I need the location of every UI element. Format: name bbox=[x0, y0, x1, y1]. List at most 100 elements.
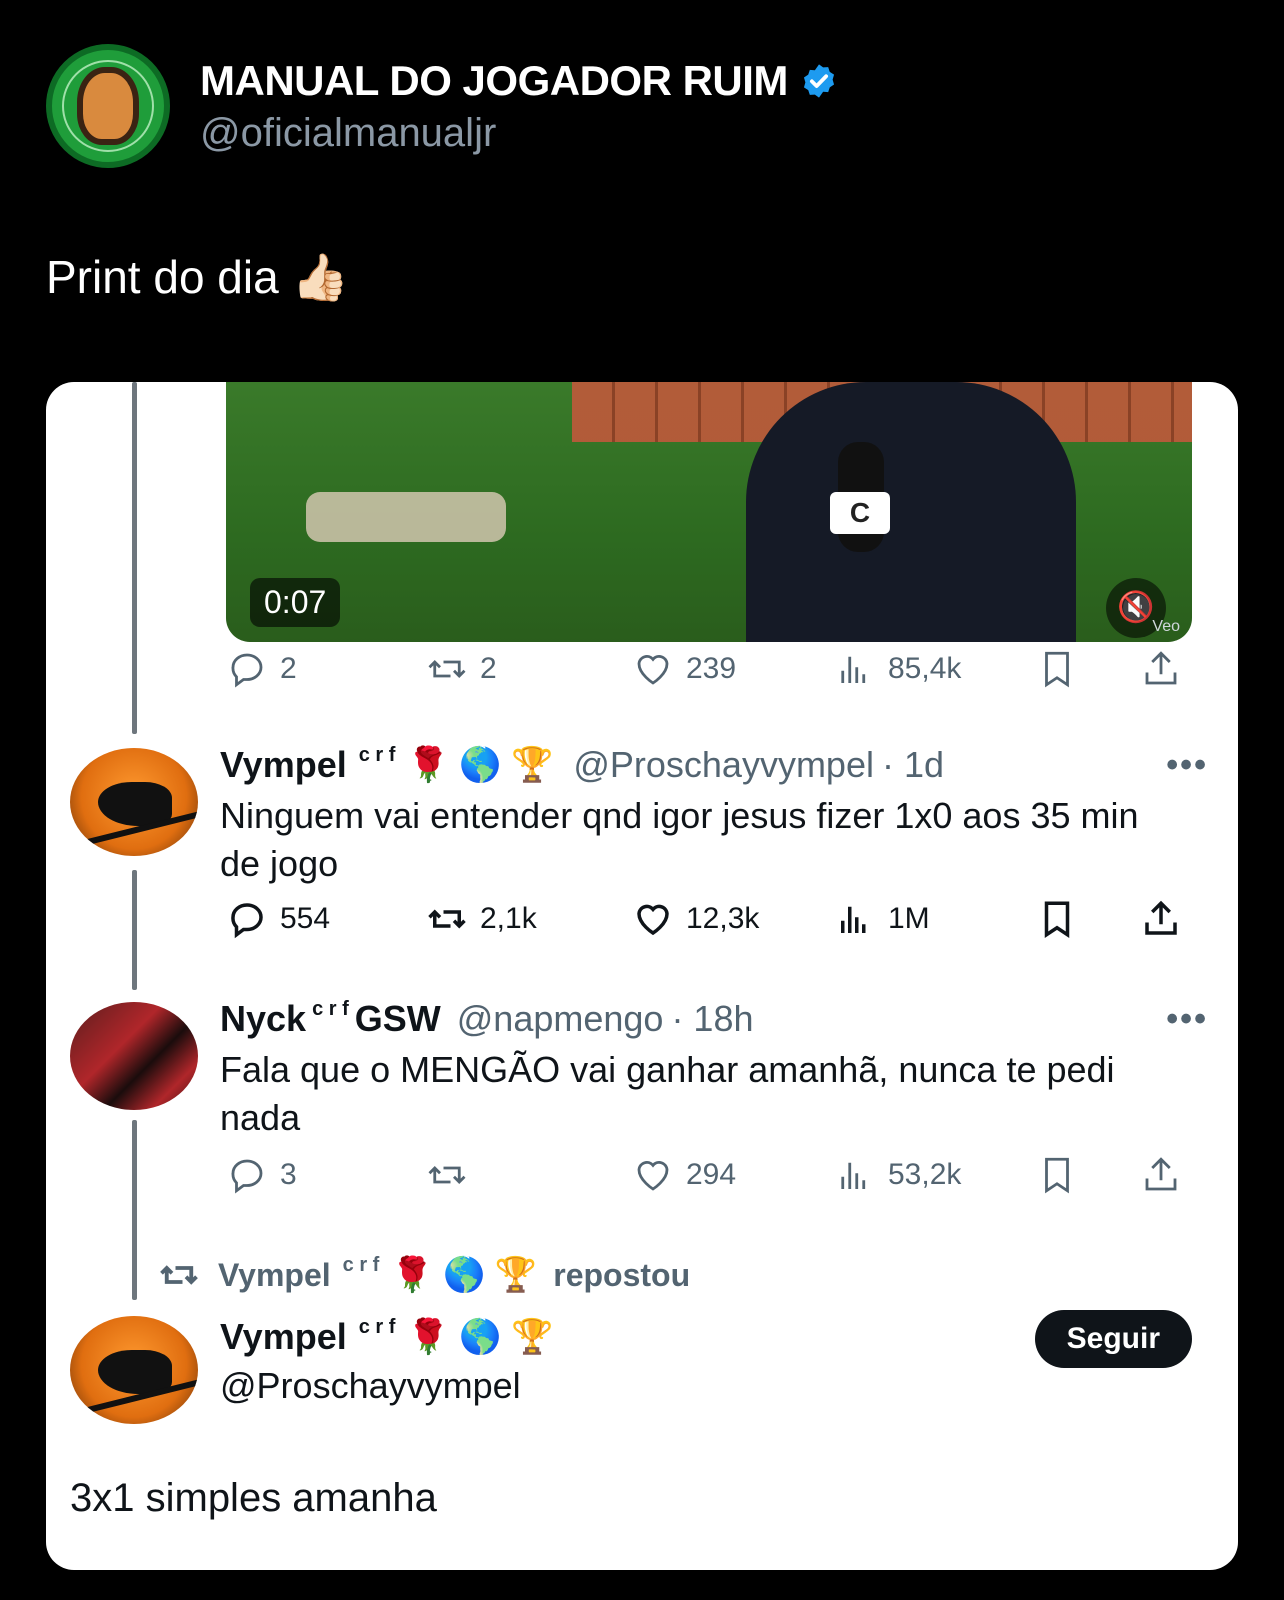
views-button[interactable]: 53,2k bbox=[834, 1154, 961, 1196]
name-superscript: c r f bbox=[342, 1253, 380, 1276]
user-handle[interactable]: @Proschayvympel bbox=[220, 1362, 1150, 1410]
reply-button[interactable]: 3 bbox=[226, 1154, 297, 1196]
reply-count: 3 bbox=[280, 1158, 297, 1191]
video-action-bar: 2 2 239 85,4k bbox=[226, 648, 1192, 694]
views-icon bbox=[841, 656, 866, 683]
like-button[interactable]: 294 bbox=[632, 1154, 736, 1196]
post-header: Nyck c r f GSW @napmengo · 18h bbox=[220, 998, 754, 1040]
bird-silhouette bbox=[98, 1350, 172, 1394]
author-names: MANUAL DO JOGADOR RUIM @oficialmanualjr bbox=[200, 57, 838, 156]
bookmark-button[interactable] bbox=[1036, 1154, 1090, 1196]
views-icon bbox=[841, 906, 866, 933]
bookmark-button[interactable] bbox=[1036, 648, 1090, 690]
post-action-bar: 554 2,1k 12,3k 1M bbox=[226, 898, 1192, 944]
repost-icon bbox=[428, 1166, 466, 1184]
post-header: Vympel c r f 🌹 🌎 🏆 @Proschayvympel · 1d bbox=[220, 744, 944, 786]
thread-line bbox=[132, 870, 137, 990]
reply-icon bbox=[231, 1159, 263, 1194]
thread-line bbox=[132, 382, 137, 734]
more-options-icon[interactable]: ••• bbox=[1166, 1000, 1208, 1039]
bookmark-icon bbox=[1044, 901, 1070, 939]
follow-button[interactable]: Seguir bbox=[1034, 1310, 1192, 1368]
profile-name-row: Vympel c r f 🌹 🌎 🏆 bbox=[220, 1316, 557, 1358]
video-bags bbox=[306, 492, 506, 542]
reply-button[interactable]: 2 bbox=[226, 648, 297, 690]
name-superscript: c r f bbox=[358, 743, 396, 766]
share-icon bbox=[1145, 1157, 1177, 1191]
views-button[interactable]: 1M bbox=[834, 898, 930, 940]
reply-icon bbox=[231, 903, 263, 939]
like-button[interactable]: 239 bbox=[632, 648, 736, 690]
bookmark-icon bbox=[1045, 651, 1069, 688]
repost-icon bbox=[428, 909, 466, 929]
views-count: 53,2k bbox=[888, 1158, 962, 1191]
share-button[interactable] bbox=[1140, 1154, 1194, 1196]
share-icon bbox=[1145, 651, 1177, 685]
reply-icon bbox=[231, 653, 263, 688]
verified-badge-icon bbox=[803, 63, 834, 98]
video-reporter bbox=[746, 382, 1076, 642]
repost-user-name[interactable]: Vympel bbox=[218, 1257, 331, 1294]
views-button[interactable]: 85,4k bbox=[834, 648, 961, 690]
user-name-prefix[interactable]: Nyck bbox=[220, 998, 306, 1040]
video-player[interactable]: C 0:07 🔇 Veo bbox=[226, 382, 1192, 642]
user-name[interactable]: Vympel bbox=[220, 744, 347, 786]
avatar[interactable] bbox=[70, 748, 198, 856]
name-emojis: 🌹 🌎 🏆 bbox=[391, 1256, 538, 1294]
repost-count: 2 bbox=[480, 652, 497, 685]
repost-icon bbox=[428, 660, 466, 678]
bird-silhouette bbox=[98, 782, 172, 826]
author-handle[interactable]: @oficialmanualjr bbox=[200, 111, 838, 156]
heart-icon bbox=[637, 655, 669, 685]
repost-button[interactable]: 2,1k bbox=[426, 898, 537, 940]
like-button[interactable]: 12,3k bbox=[632, 898, 759, 940]
repost-icon bbox=[160, 1265, 198, 1285]
repost-count: 2,1k bbox=[480, 902, 537, 935]
post-text: Ninguem vai entender qnd igor jesus fize… bbox=[220, 795, 1139, 884]
repost-button[interactable]: 2 bbox=[426, 648, 497, 690]
like-count: 239 bbox=[686, 652, 737, 685]
avatar[interactable] bbox=[70, 1002, 198, 1110]
like-count: 294 bbox=[686, 1158, 737, 1191]
video-timer: 0:07 bbox=[250, 578, 341, 627]
views-count: 1M bbox=[888, 902, 930, 935]
video-watermark: Veo bbox=[1152, 618, 1180, 635]
profile-avatar[interactable] bbox=[46, 44, 170, 168]
user-handle[interactable]: @napmengo bbox=[457, 998, 664, 1040]
share-button[interactable] bbox=[1140, 898, 1194, 940]
share-icon bbox=[1145, 900, 1177, 935]
reply-button[interactable]: 554 bbox=[226, 898, 330, 940]
bookmark-icon bbox=[1045, 1157, 1069, 1194]
author-display-name[interactable]: MANUAL DO JOGADOR RUIM bbox=[200, 57, 838, 105]
post-text: 3x1 simples amanha bbox=[70, 1476, 437, 1520]
like-count: 12,3k bbox=[686, 902, 760, 935]
display-name-text: MANUAL DO JOGADOR RUIM bbox=[200, 56, 788, 104]
views-count: 85,4k bbox=[888, 652, 962, 685]
name-superscript: c r f bbox=[358, 1315, 396, 1338]
post-text: Fala que o MENGÃO vai ganhar amanhã, nun… bbox=[220, 1049, 1115, 1138]
name-superscript: c r f bbox=[312, 997, 349, 1020]
repost-indicator: Vympel c r f 🌹 🌎 🏆 repostou bbox=[158, 1254, 690, 1296]
repost-button[interactable] bbox=[426, 1154, 480, 1196]
avatar[interactable] bbox=[70, 1316, 198, 1424]
tweet-text: Print do dia 👍🏻 bbox=[46, 251, 349, 303]
name-emojis: 🌹 🌎 🏆 bbox=[407, 1318, 554, 1356]
embedded-screenshot[interactable]: C 0:07 🔇 Veo 2 2 239 85,4k Vympel c r f … bbox=[46, 382, 1238, 1570]
user-name[interactable]: Vympel bbox=[220, 1316, 347, 1358]
mic-logo: C bbox=[830, 492, 890, 534]
post-action-bar: 3 294 53,2k bbox=[226, 1154, 1192, 1200]
heart-icon bbox=[637, 1161, 669, 1191]
user-handle[interactable]: @Proschayvympel bbox=[573, 744, 874, 786]
share-button[interactable] bbox=[1140, 648, 1194, 690]
name-emojis: 🌹 🌎 🏆 bbox=[407, 746, 554, 784]
avatar-ring bbox=[62, 60, 154, 152]
more-options-icon[interactable]: ••• bbox=[1166, 746, 1208, 785]
post-time[interactable]: · 18h bbox=[671, 998, 753, 1040]
bookmark-button[interactable] bbox=[1036, 898, 1090, 940]
views-icon bbox=[841, 1162, 866, 1189]
thread-line bbox=[132, 1120, 137, 1300]
user-name-suffix[interactable]: GSW bbox=[355, 998, 441, 1040]
tweet-header: MANUAL DO JOGADOR RUIM @oficialmanualjr bbox=[46, 44, 838, 168]
post-time[interactable]: · 1d bbox=[882, 744, 944, 786]
reply-count: 2 bbox=[280, 652, 297, 685]
